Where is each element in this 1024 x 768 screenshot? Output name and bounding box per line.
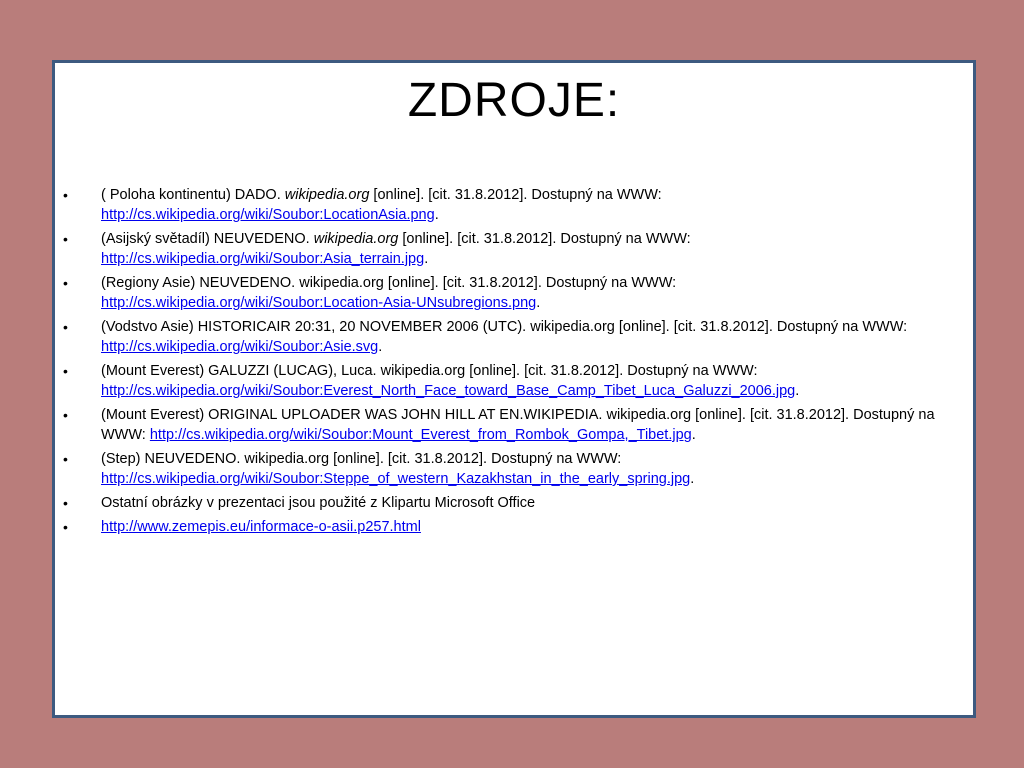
bullet: • bbox=[63, 187, 68, 203]
source-link[interactable]: http://cs.wikipedia.org/wiki/Soubor:Step… bbox=[101, 471, 690, 487]
slide: ZDROJE: • ( Poloha kontinentu) DADO. wik… bbox=[52, 60, 976, 718]
source-text: (Step) NEUVEDENO. wikipedia.org [online]… bbox=[101, 451, 622, 467]
sources-list: • ( Poloha kontinentu) DADO. wikipedia.o… bbox=[63, 185, 963, 541]
source-end: . bbox=[691, 427, 696, 443]
source-site: wikipedia.org bbox=[313, 231, 399, 247]
bullet: • bbox=[63, 319, 68, 335]
source-item: • ( Poloha kontinentu) DADO. wikipedia.o… bbox=[63, 185, 963, 225]
source-item: • (Vodstvo Asie) HISTORICAIR 20:31, 20 N… bbox=[63, 317, 963, 357]
source-link[interactable]: http://cs.wikipedia.org/wiki/Soubor:Asia… bbox=[101, 251, 424, 267]
source-text: (Vodstvo Asie) HISTORICAIR 20:31, 20 NOV… bbox=[101, 319, 908, 335]
source-link[interactable]: http://cs.wikipedia.org/wiki/Soubor:Moun… bbox=[150, 427, 692, 443]
source-text: (Mount Everest) GALUZZI (LUCAG), Luca. w… bbox=[101, 363, 758, 379]
source-item: • (Mount Everest) ORIGINAL UPLOADER WAS … bbox=[63, 405, 963, 445]
source-link[interactable]: http://cs.wikipedia.org/wiki/Soubor:Asie… bbox=[101, 339, 378, 355]
source-text: [online]. [cit. 31.8.2012]. Dostupný na … bbox=[369, 187, 662, 203]
source-link[interactable]: http://www.zemepis.eu/informace-o-asii.p… bbox=[101, 519, 421, 535]
bullet: • bbox=[63, 519, 68, 535]
source-item: • http://www.zemepis.eu/informace-o-asii… bbox=[63, 517, 963, 537]
bullet: • bbox=[63, 231, 68, 247]
source-item: • (Mount Everest) GALUZZI (LUCAG), Luca.… bbox=[63, 361, 963, 401]
source-end: . bbox=[434, 207, 439, 223]
source-link[interactable]: http://cs.wikipedia.org/wiki/Soubor:Ever… bbox=[101, 383, 795, 399]
source-end: . bbox=[690, 471, 695, 487]
source-end: . bbox=[536, 295, 541, 311]
source-site: wikipedia.org bbox=[284, 187, 370, 203]
bullet: • bbox=[63, 407, 68, 423]
source-text: (Regiony Asie) NEUVEDENO. wikipedia.org … bbox=[101, 275, 677, 291]
bullet: • bbox=[63, 451, 68, 467]
source-text: [online]. [cit. 31.8.2012]. Dostupný na … bbox=[398, 231, 691, 247]
bullet: • bbox=[63, 275, 68, 291]
source-end: . bbox=[424, 251, 429, 267]
bullet: • bbox=[63, 495, 68, 511]
slide-title: ZDROJE: bbox=[407, 74, 621, 127]
source-text: ( Poloha kontinentu) DADO. bbox=[101, 187, 285, 203]
source-text: (Asijský světadíl) NEUVEDENO. bbox=[101, 231, 314, 247]
bullet: • bbox=[63, 363, 68, 379]
source-item: • (Step) NEUVEDENO. wikipedia.org [onlin… bbox=[63, 449, 963, 489]
source-link[interactable]: http://cs.wikipedia.org/wiki/Soubor:Loca… bbox=[101, 207, 435, 223]
source-item: • Ostatní obrázky v prezentaci jsou použ… bbox=[63, 493, 963, 513]
source-item: • (Regiony Asie) NEUVEDENO. wikipedia.or… bbox=[63, 273, 963, 313]
source-end: . bbox=[795, 383, 800, 399]
source-link[interactable]: http://cs.wikipedia.org/wiki/Soubor:Loca… bbox=[101, 295, 536, 311]
source-item: • (Asijský světadíl) NEUVEDENO. wikipedi… bbox=[63, 229, 963, 269]
source-end: . bbox=[378, 339, 383, 355]
source-text: Ostatní obrázky v prezentaci jsou použit… bbox=[101, 495, 536, 511]
